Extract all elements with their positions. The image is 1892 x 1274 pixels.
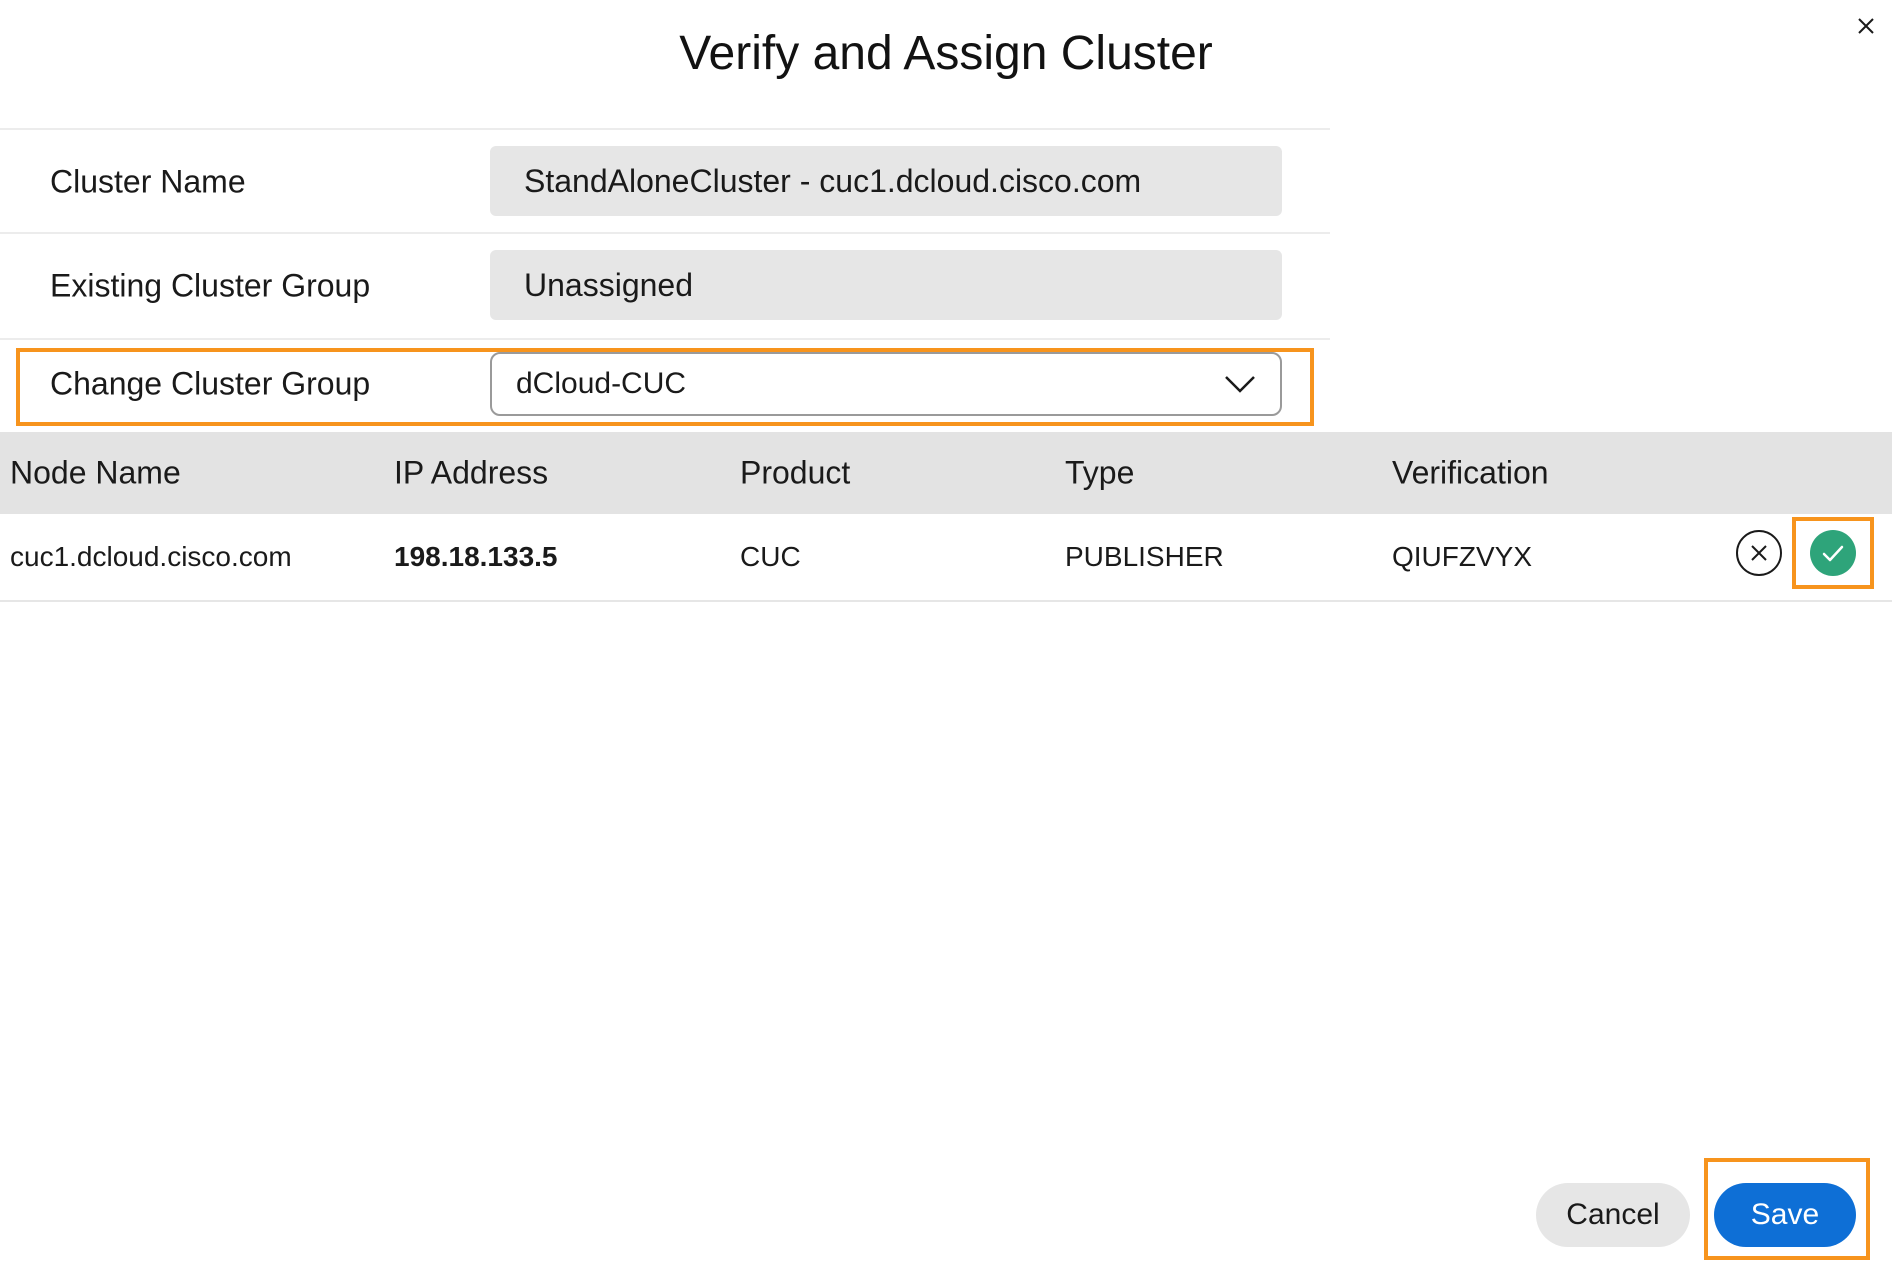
reject-node-button[interactable]	[1734, 528, 1784, 578]
existing-cluster-group-field: Unassigned	[490, 250, 1282, 320]
cluster-name-label: Cluster Name	[50, 163, 246, 200]
column-header-ip-address: IP Address	[394, 454, 549, 491]
change-cluster-group-label: Change Cluster Group	[50, 365, 371, 402]
cluster-name-row: Cluster Name StandAloneCluster - cuc1.dc…	[0, 128, 1330, 234]
table-row: cuc1.dcloud.cisco.com 198.18.133.5 CUC P…	[0, 514, 1892, 602]
circle-x-icon	[1736, 530, 1782, 576]
existing-cluster-group-row: Existing Cluster Group Unassigned	[0, 232, 1330, 340]
chevron-down-icon	[1225, 376, 1255, 393]
ip-address-cell: 198.18.133.5	[394, 541, 558, 572]
save-button[interactable]: Save	[1714, 1183, 1856, 1247]
product-cell: CUC	[740, 541, 801, 572]
circle-check-icon	[1810, 530, 1856, 576]
change-cluster-group-value: dCloud-CUC	[516, 367, 687, 400]
existing-cluster-group-label: Existing Cluster Group	[50, 267, 371, 304]
type-cell: PUBLISHER	[1065, 541, 1224, 572]
nodes-table-header: Node Name IP Address Product Type Verifi…	[0, 432, 1892, 514]
column-header-type: Type	[1065, 454, 1135, 491]
cluster-name-field: StandAloneCluster - cuc1.dcloud.cisco.co…	[490, 146, 1282, 216]
node-name-cell: cuc1.dcloud.cisco.com	[10, 541, 292, 572]
cancel-button[interactable]: Cancel	[1536, 1183, 1690, 1247]
column-header-node-name: Node Name	[10, 454, 181, 491]
dialog-title: Verify and Assign Cluster	[679, 27, 1213, 80]
verification-cell: QIUFZVYX	[1392, 541, 1533, 572]
column-header-product: Product	[740, 454, 851, 491]
accept-node-button[interactable]	[1808, 528, 1858, 578]
change-cluster-group-select[interactable]: dCloud-CUC	[490, 352, 1282, 416]
column-header-verification: Verification	[1392, 454, 1549, 491]
